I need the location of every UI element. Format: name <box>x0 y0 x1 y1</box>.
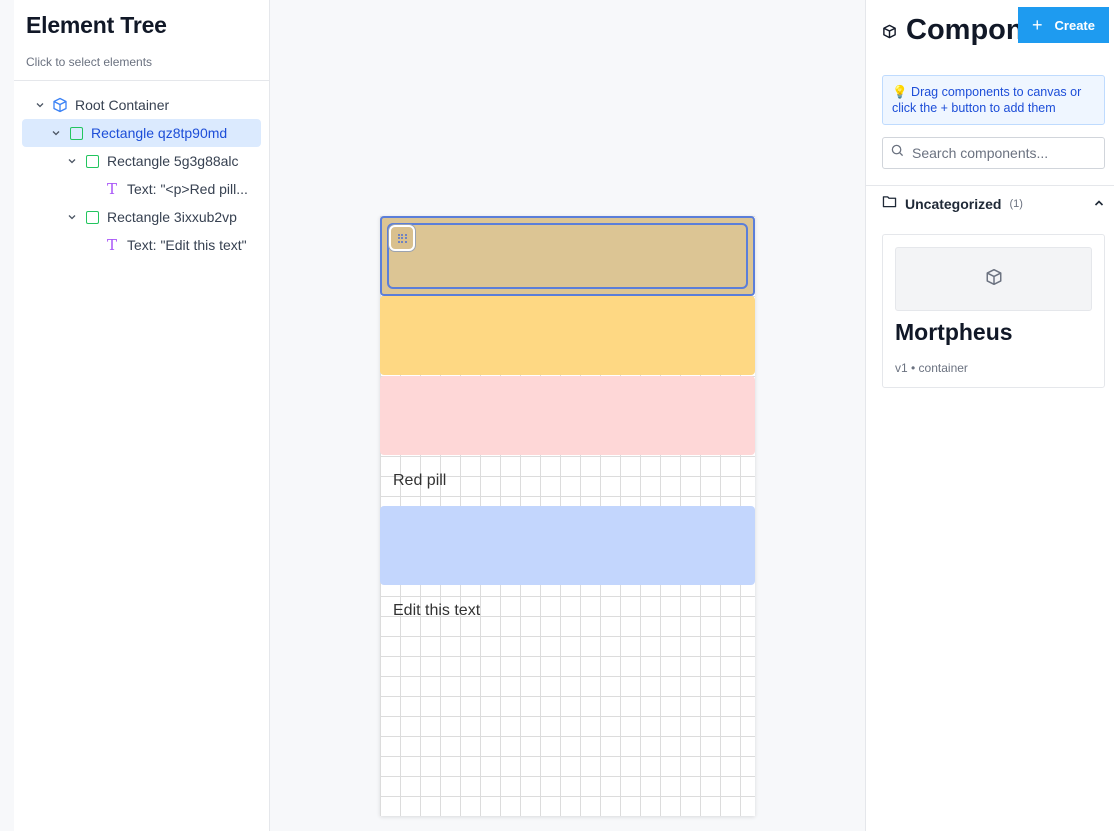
tree-node-label: Text: "<p>Red pill... <box>127 181 248 197</box>
divider <box>866 185 1114 186</box>
components-header: Components + Create <box>866 0 1114 64</box>
pink-rectangle-block[interactable] <box>380 376 755 455</box>
selection-outline <box>387 223 748 289</box>
category-header-uncategorized[interactable]: Uncategorized (1) <box>882 194 1105 214</box>
rectangle-5g3g88alc-block[interactable] <box>380 296 755 375</box>
element-tree-title: Element Tree <box>26 12 167 38</box>
cube-icon <box>52 97 68 113</box>
rectangle-qz8tp90md-block[interactable] <box>380 216 755 296</box>
folder-icon <box>882 195 897 213</box>
tree-node-rectangle-qz8tp90md[interactable]: Rectangle qz8tp90md <box>22 119 261 147</box>
create-button-label: Create <box>1054 17 1095 33</box>
component-name: Mortpheus <box>895 319 1013 345</box>
chevron-down-icon[interactable] <box>66 211 78 223</box>
text-icon: T <box>106 180 117 198</box>
rectangle-icon <box>84 209 100 225</box>
create-button[interactable]: + Create <box>1018 7 1109 43</box>
plus-icon: + <box>1032 14 1043 35</box>
element-tree-subtitle: Click to select elements <box>26 55 153 69</box>
tree-node-label: Rectangle qz8tp90md <box>91 125 228 141</box>
component-thumbnail <box>895 247 1092 311</box>
cube-icon <box>985 268 1003 291</box>
tree-node-text-edit-this-text[interactable]: T Text: "Edit this text" <box>14 231 269 259</box>
category-count: (1) <box>1009 198 1023 210</box>
rectangle-3ixxub2vp-block[interactable] <box>380 506 755 585</box>
tree-node-root-container[interactable]: Root Container <box>14 91 269 119</box>
element-tree-panel: Element Tree Click to select elements Ro… <box>14 0 270 831</box>
text-icon: T <box>106 236 117 254</box>
components-panel: Components + Create 💡 Drag components to… <box>865 0 1114 831</box>
search-box[interactable] <box>882 137 1105 169</box>
chevron-down-icon[interactable] <box>66 155 78 167</box>
drag-tip: 💡 Drag components to canvas or click the… <box>882 75 1105 125</box>
component-card[interactable]: Mortpheus v1 • container <box>882 234 1105 388</box>
tree-node-rectangle-5g3g88alc[interactable]: Rectangle 5g3g88alc <box>14 147 269 175</box>
tree-node-label: Root Container <box>75 97 170 113</box>
tree-node-text-red-pill[interactable]: T Text: "<p>Red pill... <box>14 175 269 203</box>
cube-icon <box>882 24 897 44</box>
chevron-down-icon[interactable] <box>34 99 46 111</box>
drag-handle-icon[interactable] <box>389 225 415 251</box>
chevron-up-icon[interactable] <box>1093 196 1105 214</box>
search-icon <box>891 144 904 162</box>
text-red-pill[interactable]: Red pill <box>393 472 446 490</box>
tree-node-label: Text: "Edit this text" <box>127 237 247 253</box>
canvas-area[interactable]: Red pill Edit this text <box>270 0 865 831</box>
element-tree-header: Element Tree Click to select elements <box>14 0 269 81</box>
component-meta: v1 • container <box>895 361 968 375</box>
tree-node-rectangle-3ixxub2vp[interactable]: Rectangle 3ixxub2vp <box>14 203 269 231</box>
search-input[interactable] <box>912 145 1092 161</box>
tree-node-label: Rectangle 3ixxub2vp <box>107 209 237 225</box>
rectangle-icon <box>84 153 100 169</box>
artboard[interactable]: Red pill Edit this text <box>380 216 755 816</box>
text-edit-this-text[interactable]: Edit this text <box>393 602 480 620</box>
rectangle-icon <box>68 125 84 141</box>
category-label: Uncategorized <box>905 196 1002 212</box>
element-tree: Root Container Rectangle qz8tp90md Recta… <box>14 81 269 259</box>
chevron-down-icon[interactable] <box>50 127 62 139</box>
tree-node-label: Rectangle 5g3g88alc <box>107 153 239 169</box>
